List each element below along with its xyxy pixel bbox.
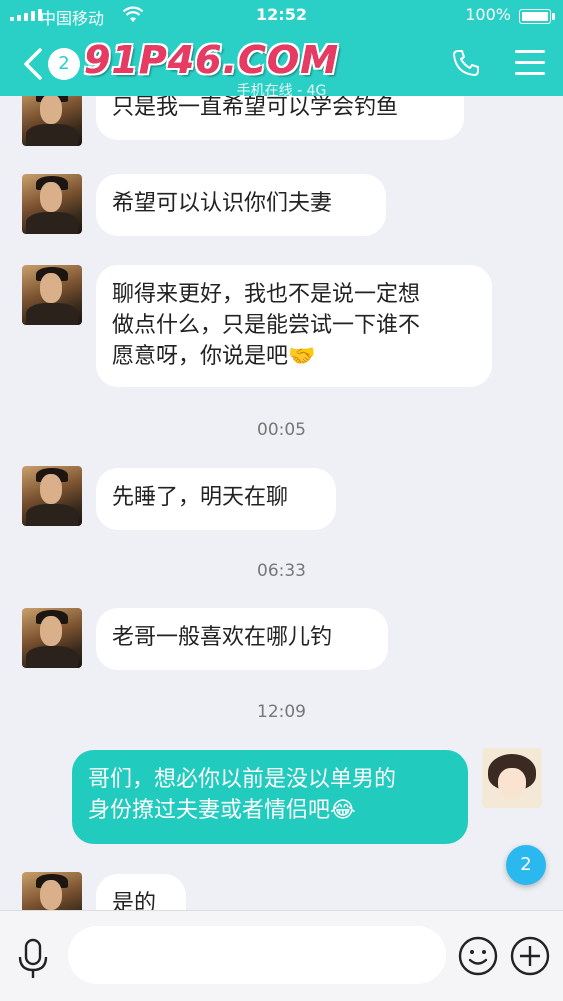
timestamp: 12:09 — [257, 702, 306, 722]
message-bubble[interactable]: 只是我一直希望可以学会钓鱼 — [96, 96, 464, 140]
watermark-logo: 91P46.COM — [84, 38, 340, 82]
message-bubble[interactable]: 聊得来更好，我也不是说一定想 做点什么，只是能尝试一下谁不 愿意呀，你说是吧🤝 — [96, 265, 492, 387]
contact-avatar[interactable] — [22, 608, 82, 668]
top-bar: 中国移动 12:52 100% 2 91P46.COM 手机在线 - 4G — [0, 0, 563, 99]
message-bubble[interactable]: 是的 — [96, 874, 186, 910]
microphone-icon[interactable] — [14, 937, 52, 981]
timestamp: 00:05 — [257, 420, 306, 440]
status-bar: 中国移动 12:52 100% — [0, 0, 563, 30]
contact-avatar[interactable] — [22, 872, 82, 910]
timestamp: 06:33 — [257, 561, 306, 581]
new-message-badge[interactable]: 2 — [506, 845, 546, 885]
phone-icon[interactable] — [451, 48, 481, 78]
message-bubble[interactable]: 先睡了，明天在聊 — [96, 468, 336, 530]
emoji-icon[interactable] — [458, 936, 498, 976]
plus-icon[interactable] — [510, 936, 550, 976]
contact-avatar[interactable] — [22, 174, 82, 234]
back-unread-badge[interactable]: 2 — [48, 48, 80, 80]
contact-avatar[interactable] — [22, 96, 82, 146]
message-input[interactable] — [68, 926, 446, 984]
online-status: 手机在线 - 4G — [236, 83, 327, 99]
contact-avatar[interactable] — [22, 466, 82, 526]
message-bubble-outgoing[interactable]: 哥们，想必你以前是没以单男的 身份撩过夫妻或者情侣吧😂 — [72, 750, 468, 844]
message-bubble[interactable]: 希望可以认识你们夫妻 — [96, 174, 386, 236]
input-bar — [0, 910, 563, 1001]
menu-icon[interactable] — [515, 50, 545, 76]
my-avatar[interactable] — [482, 748, 542, 808]
contact-avatar[interactable] — [22, 265, 82, 325]
battery-icon — [519, 9, 555, 24]
battery-percent: 100% — [465, 5, 511, 24]
chat-area[interactable]: 只是我一直希望可以学会钓鱼 希望可以认识你们夫妻 聊得来更好，我也不是说一定想 … — [0, 96, 563, 910]
message-bubble[interactable]: 老哥一般喜欢在哪儿钓 — [96, 608, 388, 670]
